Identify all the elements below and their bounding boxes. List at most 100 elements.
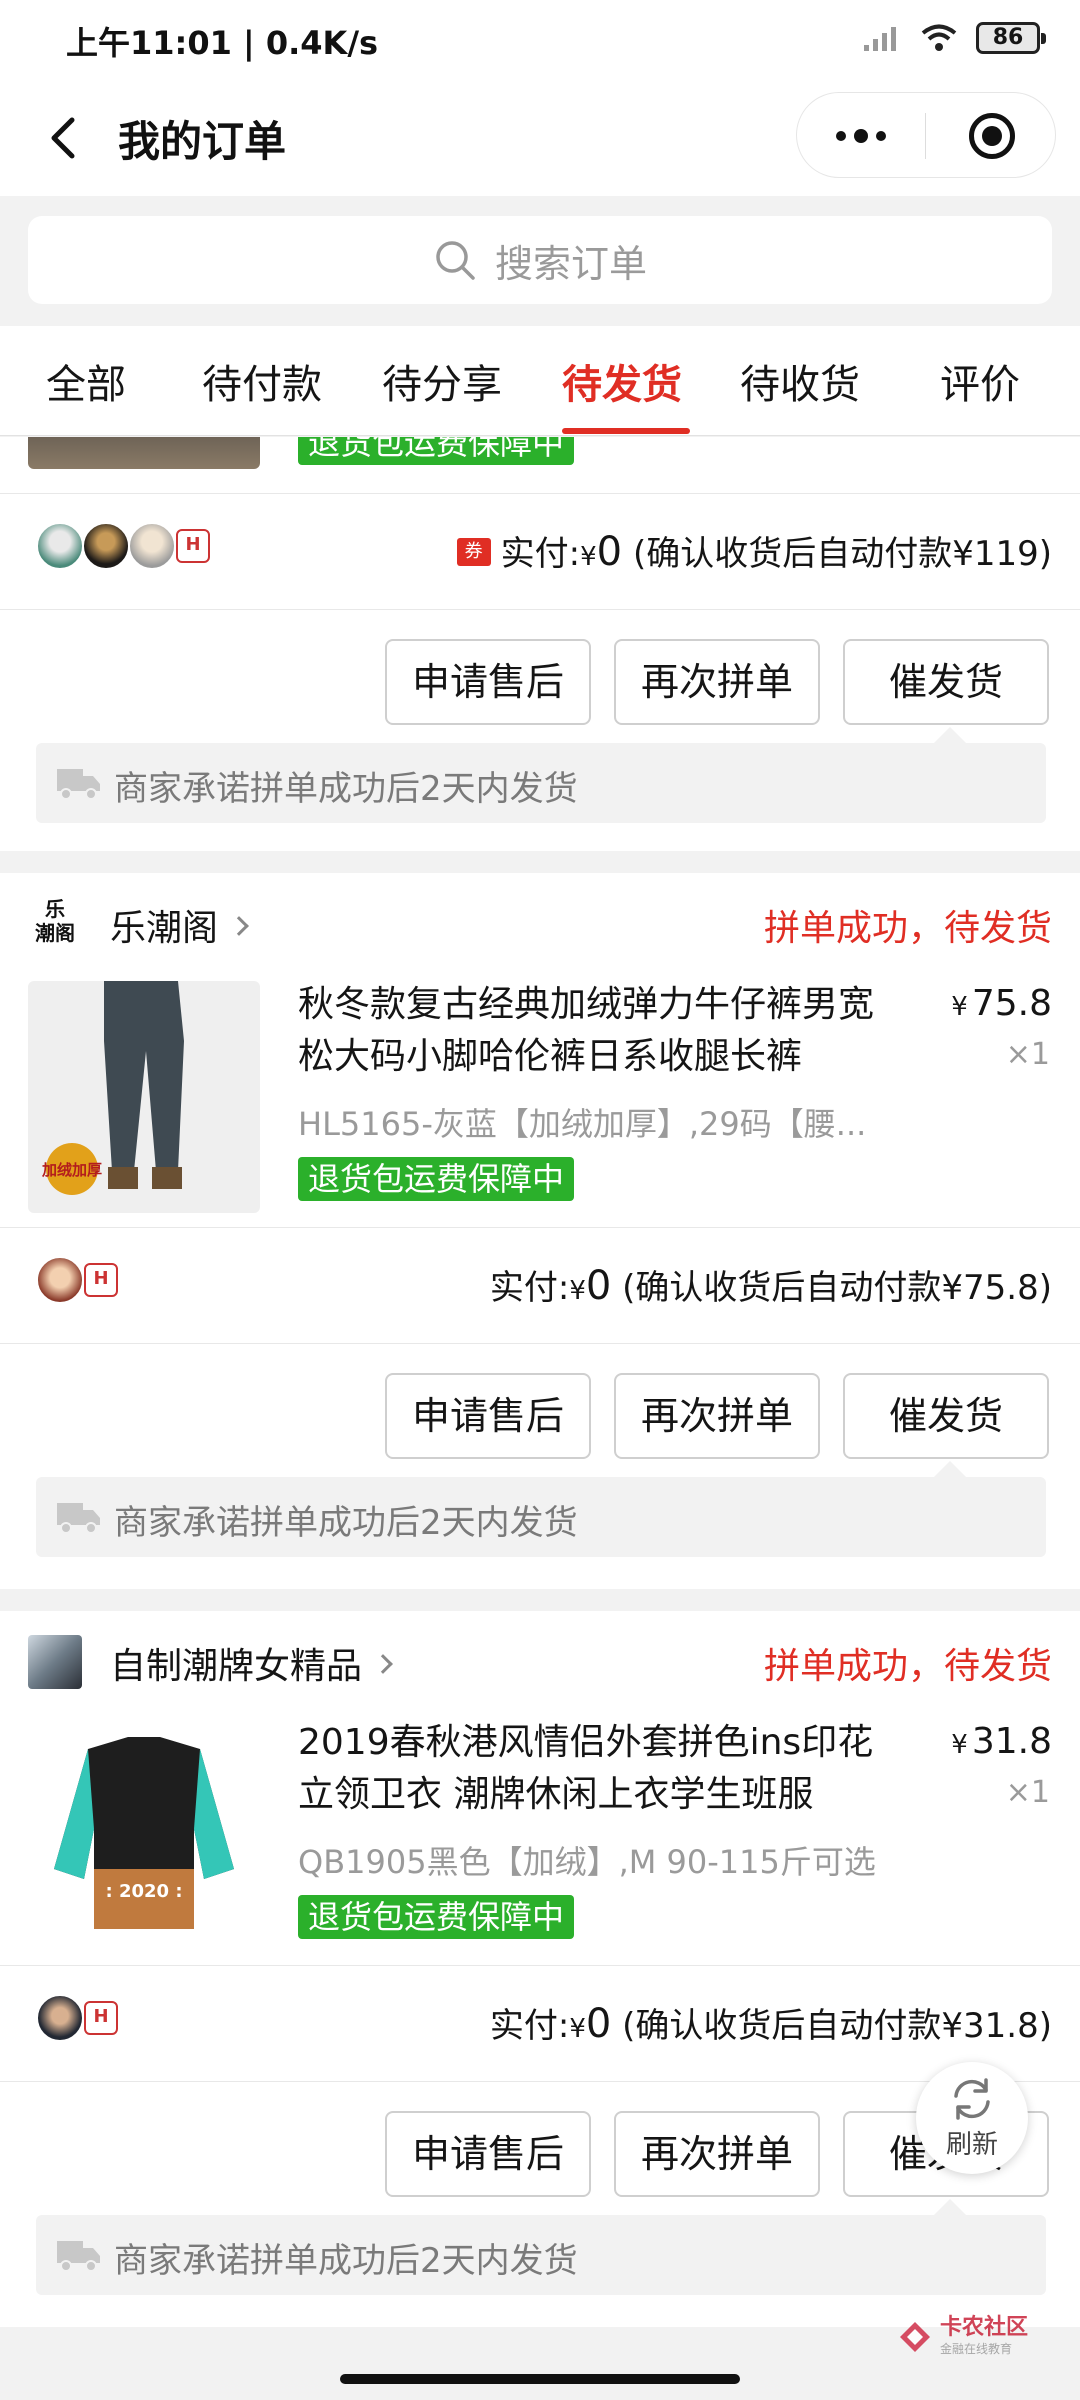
urge-shipping-button[interactable]: 催发货 — [843, 639, 1049, 725]
honda-logo-icon: H — [84, 1263, 118, 1297]
jeans-product-photo: 加绒加厚 — [28, 981, 260, 1213]
product-image[interactable]: 加绒加厚 — [28, 981, 260, 1213]
payment-amount: 实付:¥0 (确认收货后自动付款¥75.8) — [490, 1260, 1052, 1309]
battery-icon: 86 — [976, 22, 1046, 54]
order-actions: 申请售后 再次拼单 催发货 — [0, 1373, 1080, 1461]
watermark: 卡农社区 金融在线教育 — [898, 2316, 1028, 2357]
payment-row: H 实付:¥0 (确认收货后自动付款¥31.8) — [0, 1966, 1080, 2080]
shipping-promise: 商家承诺拼单成功后2天内发货 — [36, 2199, 1046, 2295]
regroup-button[interactable]: 再次拼单 — [614, 2111, 820, 2197]
order-card: 自制潮牌女精品 拼单成功，待发货 : 2020 : 2019春秋港风情侣外套拼色… — [0, 1611, 1080, 2327]
divider — [0, 609, 1080, 610]
shop-logo — [28, 1635, 82, 1689]
search-input[interactable]: 搜索订单 — [28, 216, 1052, 304]
search-placeholder: 搜索订单 — [494, 241, 647, 286]
tab-to-ship[interactable]: 待发货 — [562, 352, 682, 410]
tab-to-pay[interactable]: 待付款 — [202, 352, 322, 410]
shipping-promise-text: 商家承诺拼单成功后2天内发货 — [114, 2241, 578, 2281]
group-avatars: H — [36, 1256, 118, 1304]
return-shipping-badge: 退货包运费保障中 — [298, 1157, 575, 1201]
currency-symbol: ¥ — [580, 542, 597, 572]
truck-icon — [57, 2241, 100, 2272]
divider — [0, 1343, 1080, 1344]
search-icon — [436, 241, 475, 280]
payment-amount: 实付:¥0 (确认收货后自动付款¥31.8) — [490, 1998, 1052, 2047]
home-indicator[interactable] — [340, 2374, 740, 2384]
shipping-promise: 商家承诺拼单成功后2天内发货 — [36, 1461, 1046, 1557]
tab-review[interactable]: 评价 — [940, 352, 1020, 410]
auto-pay-note: (确认收货后自动付款¥75.8) — [622, 1268, 1052, 1308]
order-tabs: 全部 待付款 待分享 待发货 待收货 评价 — [0, 326, 1080, 436]
regroup-button[interactable]: 再次拼单 — [614, 639, 820, 725]
coupon-icon: 券 — [456, 537, 491, 566]
page-title: 我的订单 — [118, 117, 287, 166]
group-avatars: H — [36, 522, 210, 570]
shipping-promise-text: 商家承诺拼单成功后2天内发货 — [114, 1503, 578, 1543]
paid-amount: 0 — [596, 529, 623, 575]
watermark-sub: 金融在线教育 — [940, 2342, 1013, 2356]
product-spec: HL5165-灰蓝【加绒加厚】,29码【腰... — [298, 1105, 867, 1143]
shop-name: 自制潮牌女精品 — [110, 1637, 393, 1689]
auto-pay-note: (确认收货后自动付款¥31.8) — [622, 2006, 1052, 2046]
jacket-product-photo: : 2020 : — [28, 1719, 260, 1951]
order-card: 退货包运费保障中 H 券实付:¥0 (确认收货后自动付款¥119) 申请售后 再… — [0, 437, 1080, 851]
status-time-speed: 上午11:01 | 0.4K/s — [66, 24, 379, 62]
product-title[interactable]: 2019春秋港风情侣外套拼色ins印花立领卫衣 潮牌休闲上衣学生班服 — [298, 1717, 888, 1821]
tab-to-share[interactable]: 待分享 — [382, 352, 502, 410]
avatar — [36, 1994, 84, 2042]
more-menu-button[interactable] — [797, 93, 925, 179]
return-shipping-badge: 退货包运费保障中 — [298, 437, 575, 465]
payment-row: H 实付:¥0 (确认收货后自动付款¥75.8) — [0, 1228, 1080, 1342]
dot-icon — [854, 129, 868, 143]
avatar — [82, 522, 130, 570]
avatar — [128, 522, 176, 570]
product-title[interactable]: 秋冬款复古经典加绒弹力牛仔裤男宽松大码小脚哈伦裤日系收腿长裤 — [298, 979, 888, 1083]
shipping-promise: 商家承诺拼单成功后2天内发货 — [36, 727, 1046, 823]
payment-amount: 券实付:¥0 (确认收货后自动付款¥119) — [456, 526, 1052, 575]
truck-icon — [57, 769, 100, 800]
back-arrow-icon[interactable] — [36, 108, 96, 168]
pay-label: 实付: — [489, 1268, 570, 1308]
after-sale-button[interactable]: 申请售后 — [385, 639, 591, 725]
after-sale-button[interactable]: 申请售后 — [385, 1373, 591, 1459]
status-icons: 86 — [862, 22, 1046, 54]
product-quantity: ×1 — [1005, 1037, 1050, 1072]
shop-name: 乐潮阁 — [110, 899, 249, 951]
search-area: 搜索订单 — [0, 196, 1080, 326]
image-badge-text: 加绒加厚 — [41, 1161, 102, 1179]
avatar — [36, 1256, 84, 1304]
after-sale-button[interactable]: 申请售后 — [385, 2111, 591, 2197]
paid-amount: 0 — [585, 1263, 612, 1309]
pay-label: 实付: — [500, 534, 581, 574]
shipping-promise-text: 商家承诺拼单成功后2天内发货 — [114, 769, 578, 809]
truck-icon — [57, 1503, 100, 1534]
refresh-button[interactable]: 刷新 — [916, 2062, 1028, 2174]
product-price: ¥31.8 — [951, 1721, 1052, 1762]
product-quantity: ×1 — [1005, 1775, 1050, 1810]
tab-to-receive[interactable]: 待收货 — [740, 352, 860, 410]
chevron-right-icon — [373, 1654, 393, 1674]
signal-icon — [864, 27, 896, 51]
product-image[interactable] — [28, 437, 260, 469]
shop-header[interactable]: 乐潮阁 乐潮阁 拼单成功，待发货 — [0, 873, 1080, 971]
order-actions: 申请售后 再次拼单 催发货 — [0, 639, 1080, 727]
regroup-button[interactable]: 再次拼单 — [614, 1373, 820, 1459]
product-image[interactable]: : 2020 : — [28, 1719, 260, 1951]
watermark-logo-icon — [900, 2321, 930, 2352]
honda-logo-icon: H — [84, 2001, 118, 2035]
refresh-icon — [954, 2078, 990, 2120]
currency-symbol: ¥ — [569, 2014, 586, 2044]
watermark-name: 卡农社区 — [940, 2315, 1029, 2340]
order-status: 拼单成功，待发货 — [763, 1646, 1052, 1687]
mini-program-capsule — [796, 92, 1056, 178]
tab-active-indicator — [562, 428, 690, 434]
tab-all[interactable]: 全部 — [46, 352, 126, 410]
dot-icon — [876, 131, 886, 141]
close-mini-program-icon[interactable] — [969, 113, 1015, 159]
divider — [0, 2081, 1080, 2082]
avatar — [36, 522, 84, 570]
urge-shipping-button[interactable]: 催发货 — [843, 1373, 1049, 1459]
shop-header[interactable]: 自制潮牌女精品 拼单成功，待发货 — [0, 1611, 1080, 1709]
return-shipping-badge: 退货包运费保障中 — [298, 1895, 575, 1939]
dot-icon — [836, 131, 846, 141]
